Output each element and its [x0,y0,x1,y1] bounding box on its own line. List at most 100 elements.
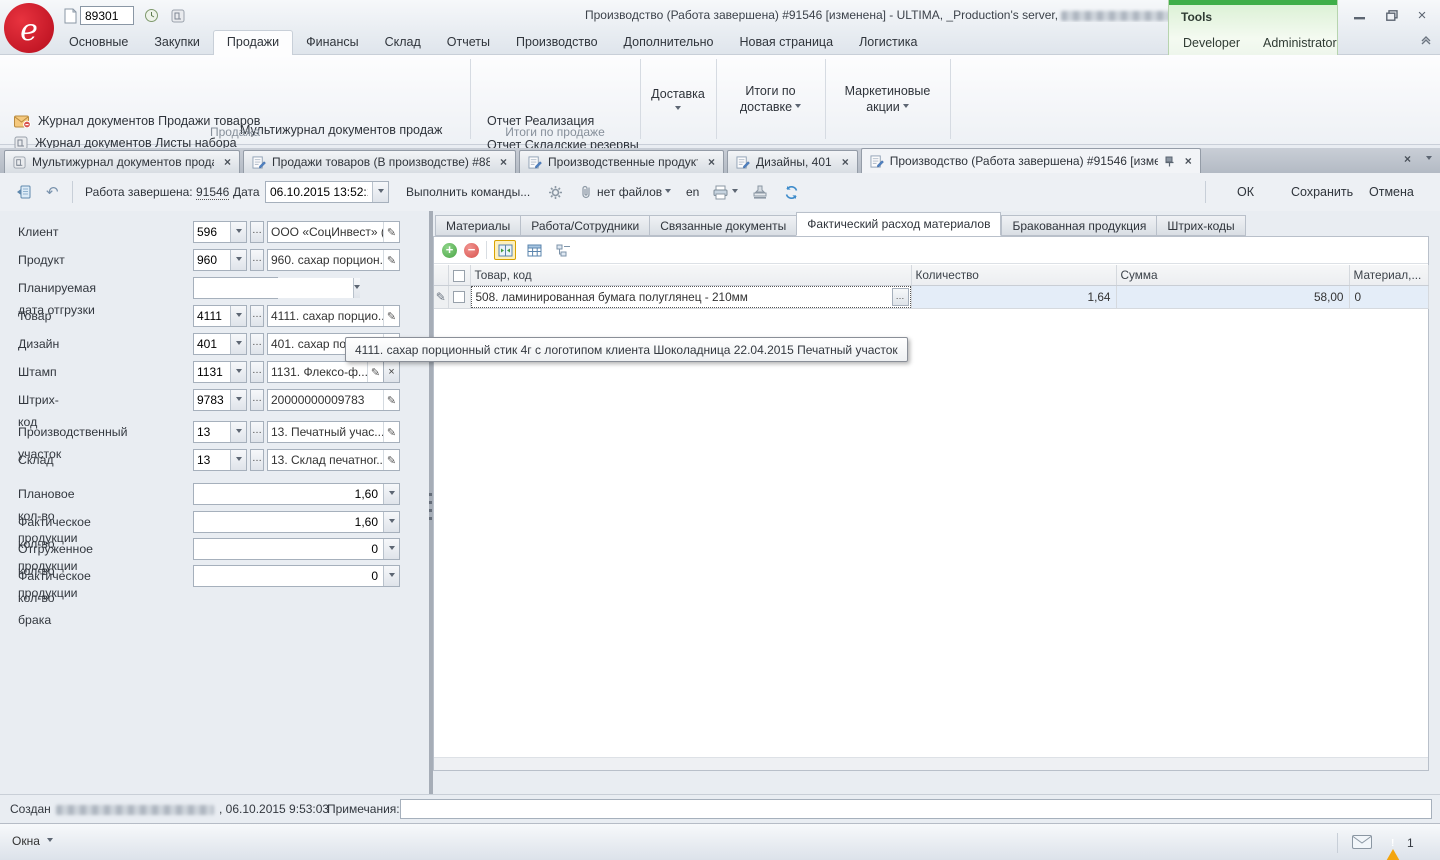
chevron-down-icon[interactable] [230,362,246,382]
close-button[interactable]: × [1411,7,1433,23]
item-code-input[interactable] [194,306,230,326]
print-button[interactable] [712,181,738,203]
export-document-icon[interactable] [16,181,32,203]
chevron-down-icon[interactable] [230,450,246,470]
client-code-input[interactable] [194,222,230,242]
ok-button[interactable]: ОК [1237,181,1254,203]
product-cell-lookup-button[interactable]: … [892,288,909,306]
dropdown-button-itogi-po-dostavke[interactable]: Итоги по доставке [716,59,825,139]
dropdown-button-marketingovye-akcii[interactable]: Маркетиновые акции [825,59,950,139]
tab-fakticheskiy-rashod[interactable]: Фактический расход материалов [796,212,1001,236]
shipped-qty-input[interactable] [194,539,383,559]
best-fit-columns-button[interactable] [494,240,516,260]
quick-doc-number-input[interactable] [80,6,134,25]
plan-qty-input[interactable] [194,484,383,504]
chevron-down-icon[interactable] [230,250,246,270]
spin-down-icon[interactable] [383,539,399,559]
edit-pencil-icon[interactable]: ✎ [383,222,399,242]
chevron-down-icon[interactable] [372,182,388,202]
doc-tab-proizvodstvennye-produkty[interactable]: Производственные продукты, 960 × [519,150,724,173]
grid-view-button[interactable] [523,240,545,260]
workshop-code-input[interactable] [194,422,230,442]
chevron-down-icon[interactable] [230,390,246,410]
doc-tab-dizayny[interactable]: Дизайны, 401 × [727,150,858,173]
column-header-product[interactable]: Товар, код [470,265,911,285]
barcode-code-input[interactable] [194,390,230,410]
gear-icon[interactable] [548,181,563,203]
design-code-input[interactable] [194,334,230,354]
spin-down-icon[interactable] [383,512,399,532]
close-tab-icon[interactable]: × [500,155,507,169]
client-lookup-button[interactable]: … [250,221,264,243]
select-all-header[interactable] [448,265,470,285]
close-tab-icon[interactable]: × [224,155,231,169]
chevron-down-icon[interactable] [230,334,246,354]
windows-menu-button[interactable]: Окна [12,834,53,848]
document-icon[interactable] [61,6,80,25]
tab-brakovannaya-produkciya[interactable]: Бракованная продукция [1001,215,1156,236]
cancel-button[interactable]: Отмена [1369,181,1414,203]
spin-down-icon[interactable] [383,484,399,504]
tab-administrator[interactable]: Administrator [1257,34,1343,52]
chevron-down-icon[interactable] [732,189,738,196]
ribbon-tab-proizvodstvo[interactable]: Производство [503,31,611,55]
ribbon-tab-novaya-stranica[interactable]: Новая страница [727,31,847,55]
sum-cell[interactable]: 58,00 [1116,285,1349,308]
column-header-material[interactable]: Материал,... [1349,265,1428,285]
ribbon-tab-logistika[interactable]: Логистика [846,31,930,55]
ribbon-tab-otchety[interactable]: Отчеты [434,31,503,55]
chevron-down-icon[interactable] [230,222,246,242]
doc-number-link[interactable]: 91546 [196,185,229,200]
material-cell[interactable]: 0 [1349,285,1428,308]
warning-icon[interactable]: ! [1385,835,1401,860]
minimize-button[interactable] [1348,7,1370,23]
chevron-down-icon[interactable] [230,422,246,442]
ribbon-tab-prodazhi[interactable]: Продажи [213,30,293,55]
warehouse-code-input[interactable] [194,450,230,470]
tab-shtrih-kody[interactable]: Штрих-коды [1156,215,1245,236]
app-logo[interactable]: e [4,3,54,53]
close-tab-icon[interactable]: × [708,155,715,169]
defect-qty-input[interactable] [194,566,383,586]
tab-materialy[interactable]: Материалы [435,215,520,236]
undo-icon[interactable]: ↶ [46,181,59,203]
pin-icon[interactable] [1164,156,1175,167]
doc-tab-multizhurnal[interactable]: Мультижурнал документов продаж × [4,150,240,173]
warehouse-lookup-button[interactable]: … [250,449,264,471]
add-row-button[interactable]: + [442,243,457,258]
edit-pencil-icon[interactable]: ✎ [383,390,399,410]
execute-commands-button[interactable]: Выполнить команды... [406,181,530,203]
column-header-quantity[interactable]: Количество [911,265,1116,285]
tab-svyazannye-dokumenty[interactable]: Связанные документы [649,215,796,236]
spin-down-icon[interactable] [383,566,399,586]
close-tab-icon[interactable]: × [842,155,849,169]
ribbon-tab-dopolnitelno[interactable]: Дополнительно [611,31,727,55]
edit-pencil-icon[interactable]: ✎ [367,362,383,382]
group-panel-button[interactable] [552,240,574,260]
doc-tab-prodazhi-tovarov[interactable]: Продажи товаров (В производстве) #88639 … [243,150,516,173]
delete-row-button[interactable]: − [464,243,479,258]
quantity-cell[interactable]: 1,64 [911,285,1116,308]
close-document-icon[interactable]: × [1404,152,1411,166]
edit-pencil-icon[interactable]: ✎ [383,422,399,442]
ribbon-tab-zakupki[interactable]: Закупки [141,31,213,55]
column-header-sum[interactable]: Сумма [1116,265,1349,285]
history-clock-icon[interactable] [142,6,161,25]
dropdown-button-dostavka[interactable]: Доставка [640,59,716,139]
design-lookup-button[interactable]: … [250,333,264,355]
ribbon-tab-finansy[interactable]: Финансы [293,31,371,55]
item-lookup-button[interactable]: … [250,305,264,327]
edit-pencil-icon[interactable]: ✎ [383,450,399,470]
save-button[interactable]: Сохранить [1291,181,1353,203]
product-code-input[interactable] [194,250,230,270]
clear-field-icon[interactable]: × [383,362,399,382]
chevron-down-icon[interactable] [353,278,360,298]
doc-tab-proizvodstvo-active[interactable]: Производство (Работа завершена) #91546 [… [861,148,1201,173]
tab-developer[interactable]: Developer [1177,34,1246,52]
ribbon-tab-osnovnye[interactable]: Основные [56,31,141,55]
doc-date-input[interactable] [266,185,372,199]
row-select-cell[interactable] [448,285,470,308]
edit-pencil-icon[interactable]: ✎ [383,306,399,326]
stamp-code-input[interactable] [194,362,230,382]
chevron-down-icon[interactable] [230,306,246,326]
